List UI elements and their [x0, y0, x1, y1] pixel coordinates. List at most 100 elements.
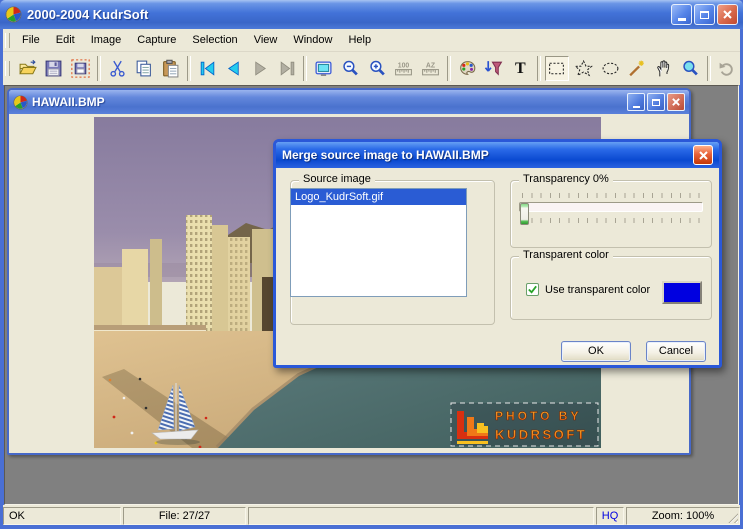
- dialog-close-button[interactable]: [693, 145, 713, 165]
- magic-wand-icon: [629, 60, 645, 77]
- select-polygon-button[interactable]: [571, 56, 596, 81]
- ok-button[interactable]: OK: [561, 341, 631, 362]
- use-transparent-color-checkbox[interactable]: [526, 283, 539, 296]
- copy-button[interactable]: [132, 56, 157, 81]
- copy-icon: [137, 60, 152, 77]
- close-icon: [723, 10, 732, 19]
- previous-image-button[interactable]: [221, 56, 246, 81]
- zoom-out-button[interactable]: [338, 56, 363, 81]
- ruler-az-button[interactable]: AZ: [418, 56, 443, 81]
- menu-window[interactable]: Window: [285, 31, 340, 49]
- save-frame-icon: [71, 59, 90, 78]
- palette-button[interactable]: [455, 56, 480, 81]
- text-tool-button[interactable]: T: [508, 56, 533, 81]
- image-close-button[interactable]: [667, 93, 685, 111]
- svg-text:KUDRSOFT: KUDRSOFT: [495, 427, 587, 442]
- menubar-grip[interactable]: [5, 32, 10, 48]
- open-button[interactable]: [15, 56, 40, 81]
- minimize-button[interactable]: [671, 4, 692, 25]
- merge-dialog: Merge source image to HAWAII.BMP Source …: [273, 139, 722, 368]
- first-icon: [200, 61, 214, 76]
- status-file-counter: File: 27/27: [123, 507, 246, 525]
- next-icon: [255, 61, 266, 76]
- text-tool-icon: T: [514, 59, 526, 77]
- cancel-button[interactable]: Cancel: [646, 341, 706, 362]
- slider-track[interactable]: [519, 202, 703, 212]
- screen-icon: [315, 61, 332, 76]
- close-icon: [672, 98, 680, 106]
- zoom-tool-button[interactable]: [678, 56, 703, 81]
- previous-icon: [228, 61, 239, 76]
- menu-selection[interactable]: Selection: [184, 31, 245, 49]
- toolbar: 100 AZ T: [3, 52, 740, 85]
- toolbar-grip[interactable]: [5, 61, 10, 76]
- toolbar-separator: [186, 56, 191, 81]
- statusbar: OK File: 27/27 HQ Zoom: 100%: [3, 505, 740, 525]
- source-image-group-label: Source image: [299, 173, 375, 185]
- next-image-button[interactable]: [248, 56, 273, 81]
- pan-hand-button[interactable]: [651, 56, 676, 81]
- magic-wand-button[interactable]: [625, 56, 650, 81]
- undo-button[interactable]: [715, 56, 740, 81]
- status-spacer: [248, 507, 594, 525]
- menu-image[interactable]: Image: [83, 31, 130, 49]
- toolbar-separator: [303, 56, 308, 81]
- maximize-icon: [652, 98, 660, 106]
- zoom-in-icon: [369, 60, 385, 76]
- select-polygon-icon: [574, 59, 593, 77]
- open-icon: [19, 59, 37, 75]
- maximize-button[interactable]: [694, 4, 715, 25]
- merge-dialog-titlebar: Merge source image to HAWAII.BMP: [276, 142, 719, 168]
- filter-icon: [484, 61, 503, 76]
- menu-help[interactable]: Help: [340, 31, 379, 49]
- app-logo-icon: [5, 6, 22, 23]
- menu-capture[interactable]: Capture: [129, 31, 184, 49]
- last-image-button[interactable]: [275, 56, 300, 81]
- close-button[interactable]: [717, 4, 738, 25]
- select-ellipse-button[interactable]: [598, 56, 623, 81]
- cut-icon: [110, 60, 125, 77]
- minimize-icon: [632, 105, 640, 108]
- list-item[interactable]: Logo_KudrSoft.gif: [291, 189, 466, 205]
- toolbar-separator: [446, 56, 451, 81]
- undo-icon: [719, 62, 734, 76]
- menu-file[interactable]: File: [14, 31, 48, 49]
- menu-edit[interactable]: Edit: [48, 31, 83, 49]
- save-frame-button[interactable]: [68, 56, 93, 81]
- slider-thumb[interactable]: [520, 203, 529, 225]
- resize-grip[interactable]: [726, 511, 738, 523]
- pan-hand-icon: [657, 60, 670, 77]
- ruler-100-button[interactable]: 100: [391, 56, 416, 81]
- merge-dialog-body: Source image Logo_KudrSoft.gif Transpare…: [276, 168, 719, 365]
- paste-button[interactable]: [158, 56, 183, 81]
- status-zoom: Zoom: 100%: [626, 507, 740, 525]
- image-minimize-button[interactable]: [627, 93, 645, 111]
- transparent-color-group: Transparent color Use transparent color: [510, 249, 712, 320]
- select-ellipse-icon: [602, 62, 619, 75]
- transparency-slider[interactable]: [517, 193, 705, 237]
- filter-button[interactable]: [481, 56, 506, 81]
- cut-button[interactable]: [105, 56, 130, 81]
- image-window-icon: [13, 94, 28, 110]
- image-maximize-button[interactable]: [647, 93, 665, 111]
- window-title: 2000-2004 KudrSoft: [27, 7, 149, 22]
- toolbar-separator: [536, 56, 541, 81]
- save-button[interactable]: [42, 56, 67, 81]
- screen-capture-button[interactable]: [311, 56, 336, 81]
- menu-view[interactable]: View: [246, 31, 286, 49]
- watermark-selection: PHOTO BY KUDRSOFT: [450, 402, 599, 447]
- zoom-in-button[interactable]: [365, 56, 390, 81]
- first-image-button[interactable]: [195, 56, 220, 81]
- source-image-list[interactable]: Logo_KudrSoft.gif: [290, 188, 467, 297]
- use-transparent-color-label: Use transparent color: [545, 283, 651, 296]
- merge-dialog-title: Merge source image to HAWAII.BMP: [282, 148, 489, 162]
- image-window-titlebar: HAWAII.BMP: [9, 90, 689, 114]
- status-quality: HQ: [596, 507, 624, 525]
- toolbar-separator: [96, 56, 101, 81]
- status-zoom-text: Zoom: 100%: [651, 510, 715, 522]
- main-titlebar: 2000-2004 KudrSoft: [0, 0, 743, 29]
- application-window: 2000-2004 KudrSoft File Edit Image Captu…: [0, 0, 743, 529]
- transparent-color-swatch[interactable]: [662, 281, 702, 304]
- select-rectangle-button[interactable]: [544, 56, 570, 81]
- toolbar-separator: [706, 56, 711, 81]
